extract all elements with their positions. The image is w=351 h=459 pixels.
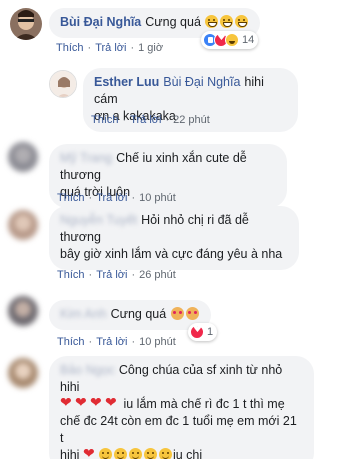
grin-emoji-icon — [205, 15, 219, 28]
haha-reaction-icon — [225, 33, 239, 47]
like-link[interactable]: Thích — [56, 42, 84, 54]
avatar-photo — [10, 8, 42, 40]
avatar[interactable] — [8, 358, 38, 388]
comment-3: Mỹ Trang Chế iu xinh xắn cute dễ thương q… — [0, 138, 351, 208]
avatar-photo — [8, 358, 38, 388]
comment-4: Nguyễn Tuyết Hỏi nhỏ chị ri đã dễ thương … — [0, 200, 351, 281]
reply-link[interactable]: Trả lời — [96, 269, 127, 281]
comment-time[interactable]: 26 phút — [139, 269, 176, 281]
comment-time[interactable]: 1 giờ — [138, 42, 163, 54]
comment-actions: Thích · Trả lời · 1 giờ — [56, 42, 164, 54]
comment-text: iu lắm mà chế rì đc 1 t thì mẹ — [123, 397, 285, 411]
heart-eyes-emoji-icon — [185, 307, 199, 320]
comment-author[interactable]: Kim Anh — [60, 307, 107, 321]
avatar[interactable] — [8, 142, 38, 172]
smile-emoji-icon — [98, 448, 112, 459]
comment-actions: Thích · Trả lời · 22 phút — [91, 114, 210, 126]
avatar-photo — [50, 71, 76, 97]
comment-author[interactable]: Bảo Ngọc — [60, 363, 115, 377]
like-link[interactable]: Thích — [57, 336, 85, 348]
comment-text: Cưng quá — [110, 307, 167, 321]
comment-text: iu chị — [172, 448, 203, 459]
comment-actions: Thích · Trả lời · 26 phút — [57, 269, 176, 281]
comment-1: Bùi Đại Nghĩa Cưng quá 14 Thích·Trả lời·1… — [0, 0, 351, 70]
reaction-count: 14 — [242, 34, 255, 46]
reaction-summary[interactable]: 14 — [201, 31, 259, 49]
reply-link[interactable]: Trả lời — [96, 336, 127, 348]
comment-author[interactable]: Nguyễn Tuyết — [60, 213, 137, 227]
avatar-photo — [8, 210, 38, 240]
heart-emoji-icon — [60, 395, 74, 412]
avatar[interactable] — [8, 210, 38, 240]
heart-emoji-icon — [105, 395, 119, 412]
reply-link[interactable]: Trả lời — [130, 114, 161, 126]
avatar-photo — [8, 296, 38, 326]
reply-link[interactable]: Trả lời — [95, 42, 126, 54]
smile-emoji-icon — [158, 448, 172, 459]
smile-emoji-icon — [143, 448, 157, 459]
comment-bubble: Kim Anh Cưng quá — [49, 300, 211, 330]
avatar[interactable] — [10, 8, 42, 40]
grin-emoji-icon — [220, 15, 234, 28]
comment-time[interactable]: 22 phút — [173, 114, 210, 126]
mention-tag[interactable]: Bùi Đại Nghĩa — [163, 75, 240, 89]
comment-author[interactable]: Esther Luu — [94, 75, 159, 89]
heart-emoji-icon — [83, 446, 97, 459]
heart-emoji-icon — [90, 395, 104, 412]
comment-bubble: Nguyễn Tuyết Hỏi nhỏ chị ri đã dễ thương … — [49, 206, 299, 270]
like-link[interactable]: Thích — [57, 269, 85, 281]
like-link[interactable]: Thích — [91, 114, 119, 126]
love-reaction-icon — [190, 324, 204, 339]
comment-author[interactable]: Mỹ Trang — [60, 151, 112, 165]
grin-emoji-icon — [235, 15, 249, 28]
reaction-count: 1 — [207, 326, 214, 338]
comment-5: Kim AnhCưng quá 1 Thích·Trả lời·10 phút — [0, 290, 351, 356]
comment-text: chế đc 24t còn em đc 1 tuổi mẹ em mới 21… — [60, 414, 297, 445]
heart-eyes-emoji-icon — [170, 307, 184, 320]
avatar-photo — [8, 142, 38, 172]
smile-emoji-icon — [128, 448, 142, 459]
comment-6: Bảo Ngọc Công chúa của sf xinh từ nhỏ hih… — [0, 350, 351, 459]
avatar[interactable] — [49, 70, 77, 98]
heart-emoji-icon — [75, 395, 89, 412]
comment-time[interactable]: 10 phút — [139, 336, 176, 348]
comment-actions: Thích · Trả lời · 10 phút — [57, 336, 176, 348]
comment-author[interactable]: Bùi Đại Nghĩa — [60, 15, 141, 29]
avatar[interactable] — [8, 296, 38, 326]
comment-bubble: Bảo Ngọc Công chúa của sf xinh từ nhỏ hih… — [49, 356, 314, 459]
comment-2-reply: Esther Luu Bùi Đại Nghĩa hihi cám ơn a kak… — [0, 62, 351, 132]
smile-emoji-icon — [113, 448, 127, 459]
comment-text: hihi — [60, 448, 80, 459]
comment-text: bây giờ xinh lắm và cực đáng yêu à nha — [60, 247, 283, 261]
comment-text: Cưng quá — [145, 15, 201, 29]
reaction-summary[interactable]: 1 — [188, 323, 218, 341]
